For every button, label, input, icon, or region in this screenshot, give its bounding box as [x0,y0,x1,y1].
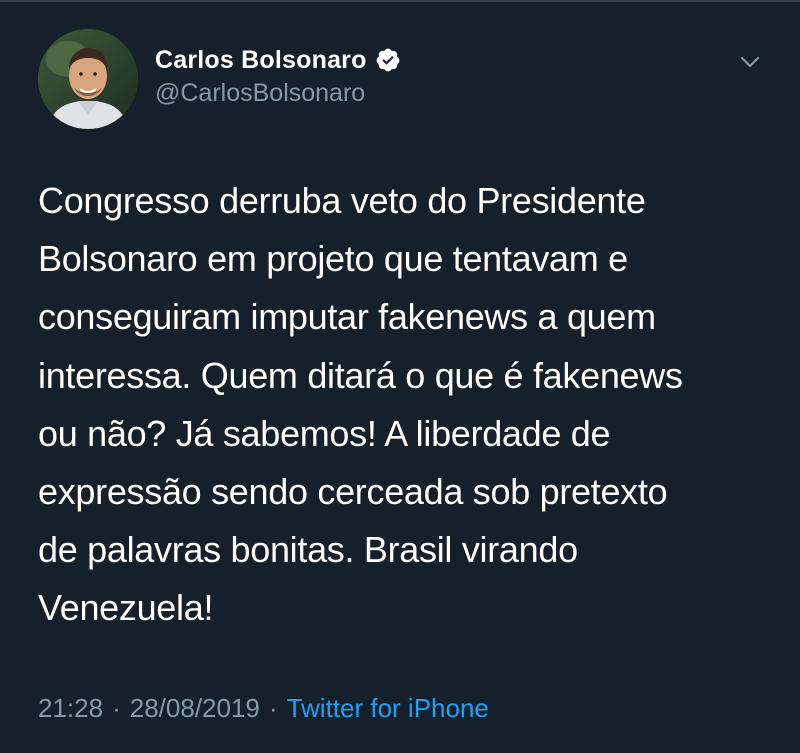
tweet-time[interactable]: 21:28 [38,693,103,724]
meta-separator: · [112,693,121,723]
author-display-name[interactable]: Carlos Bolsonaro [155,46,367,75]
tweet-source-link[interactable]: Twitter for iPhone [287,693,489,724]
author-avatar[interactable] [38,29,138,129]
chevron-down-icon[interactable] [738,52,762,72]
author-info: Carlos Bolsonaro @CarlosBolsonaro [155,44,401,108]
tweet: Carlos Bolsonaro @CarlosBolsonaro Congre… [0,0,800,753]
tweet-date[interactable]: 28/08/2019 [130,693,260,724]
name-row: Carlos Bolsonaro [155,44,401,76]
author-handle[interactable]: @CarlosBolsonaro [155,79,401,108]
tweet-text: Congresso derruba veto do Presidente Bol… [38,180,683,629]
verified-badge-icon [375,47,401,73]
meta-separator: · [268,693,278,723]
tweet-metadata: 21:28 · 28/08/2019 · Twitter for iPhone [38,693,489,724]
